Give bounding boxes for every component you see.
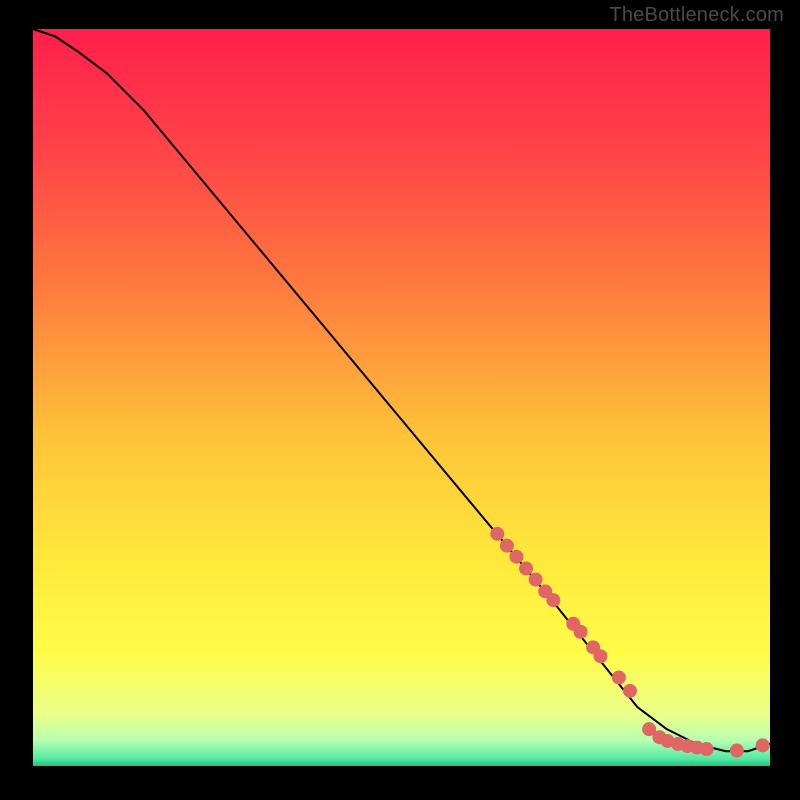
data-point [756, 738, 770, 752]
data-point [612, 671, 626, 685]
data-point [574, 625, 588, 639]
data-point [509, 550, 523, 564]
data-point [623, 684, 637, 698]
data-point [529, 573, 543, 587]
data-point [593, 649, 607, 663]
data-point [500, 539, 514, 553]
data-point [519, 561, 533, 575]
data-point [730, 744, 744, 758]
chart-container: TheBottleneck.com [0, 0, 800, 800]
chart-svg [0, 0, 800, 800]
data-point [700, 742, 714, 756]
data-point [546, 593, 560, 607]
data-point [490, 527, 504, 541]
watermark-text: TheBottleneck.com [609, 4, 784, 27]
gradient-background [33, 29, 770, 766]
